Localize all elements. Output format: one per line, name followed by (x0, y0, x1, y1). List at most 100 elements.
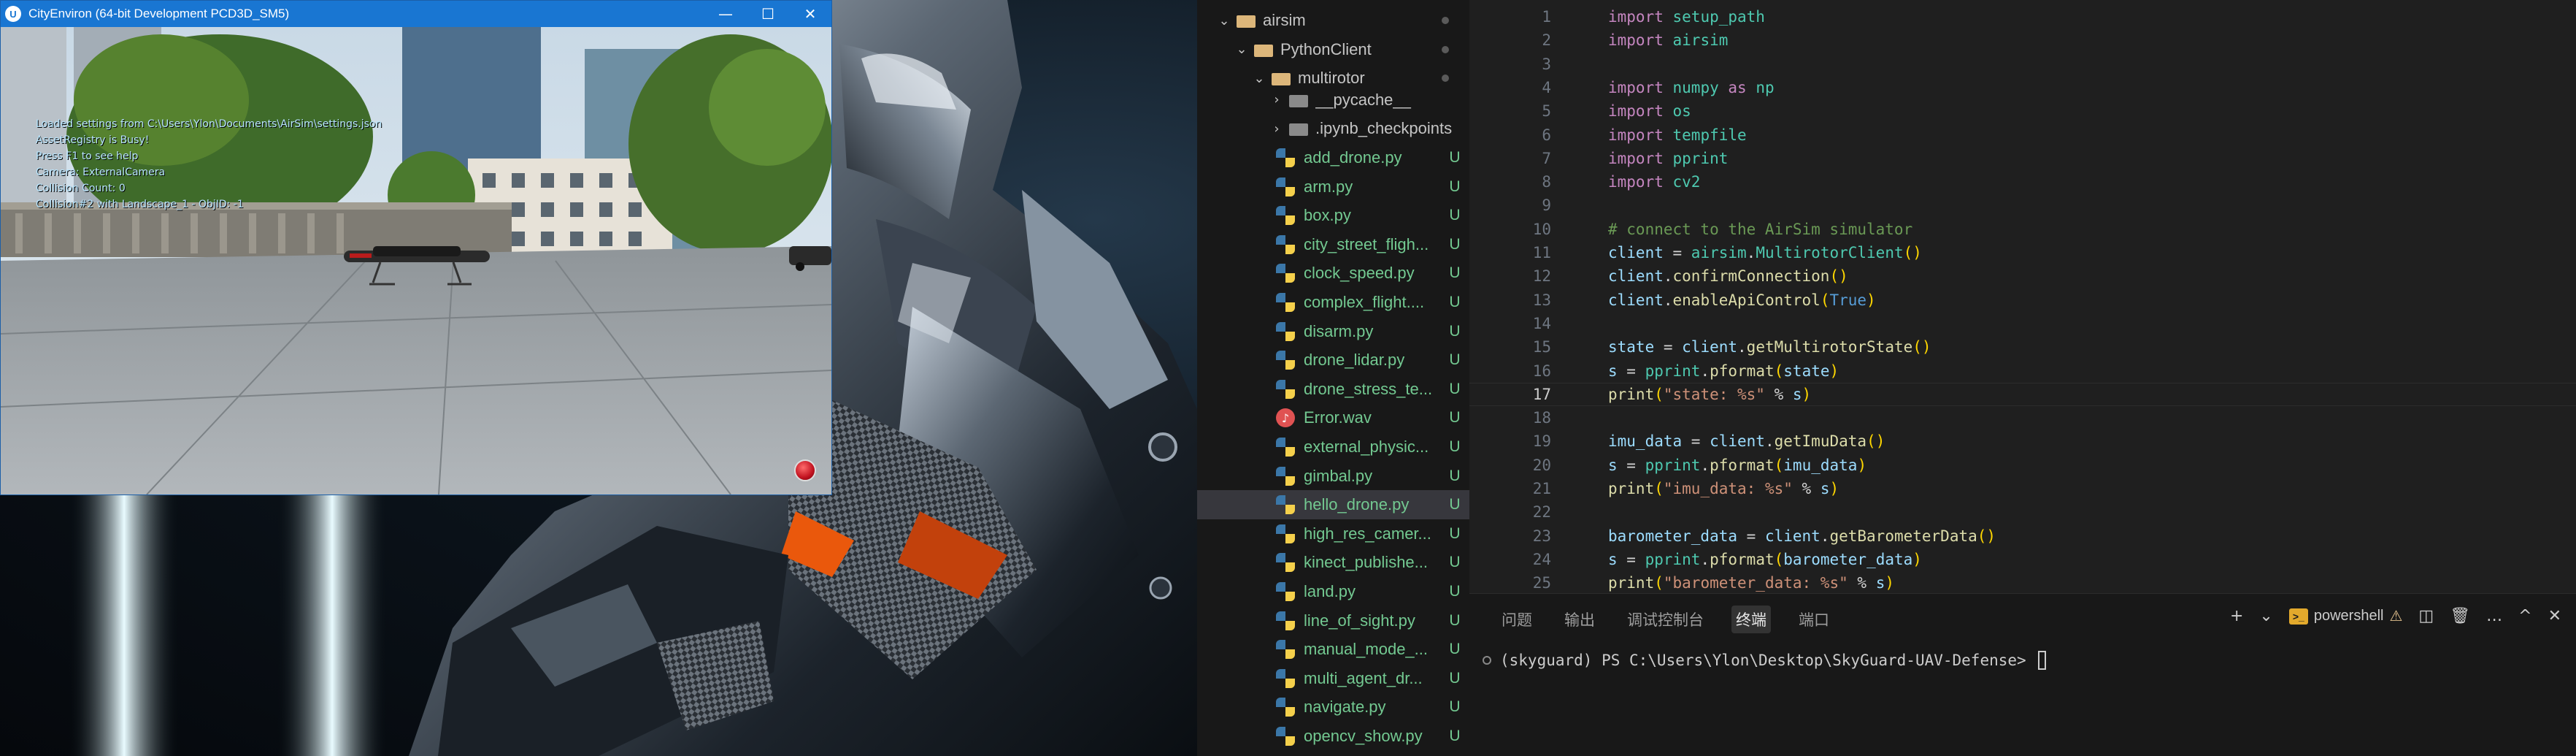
code-editor[interactable]: 1 import setup_path 2 import airsim 3 4 import… (1469, 0, 2576, 593)
folder-0[interactable]: ⌄ airsim (1197, 6, 1469, 35)
more-actions-icon[interactable]: … (2486, 607, 2502, 625)
simulation-viewport[interactable]: Loaded settings from C:\Users\Ylon\Docum… (1, 27, 831, 495)
airsim-game-window[interactable]: U CityEnviron (64-bit Development PCD3D_… (0, 0, 832, 495)
code-line[interactable]: 25 print("barometer_data: %s" % s) (1469, 571, 2576, 593)
code-line[interactable]: 8 import cv2 (1469, 170, 2576, 194)
file-item[interactable]: high_res_camer... U (1197, 519, 1469, 549)
code-token: ( (1774, 362, 1784, 380)
code-line[interactable]: 3 (1469, 53, 2576, 76)
code-line[interactable]: 19 imu_data = client.getImuData() (1469, 429, 2576, 453)
code-text: barometer_data = client.getBarometerData… (1608, 527, 1996, 545)
file-item[interactable]: city_street_fligh... U (1197, 230, 1469, 259)
trash-icon[interactable]: 🗑 (2450, 607, 2470, 625)
terminal-prompt[interactable]: (skyguard) PS C:\Users\Ylon\Desktop\SkyG… (1483, 651, 2047, 670)
file-item[interactable]: hello_drone.py U (1197, 490, 1469, 520)
code-line[interactable]: 17 print("state: %s" % s) (1469, 382, 2576, 406)
code-line[interactable]: 24 s = pprint.pformat(barometer_data) (1469, 548, 2576, 571)
line-number: 17 (1532, 385, 1551, 403)
code-line[interactable]: 2 import airsim (1469, 28, 2576, 52)
file-label: external_physic... (1304, 438, 1429, 456)
git-status-badge: U (1449, 149, 1461, 166)
code-line[interactable]: 14 (1469, 312, 2576, 335)
file-item[interactable]: navigate.py U (1197, 692, 1469, 722)
code-line[interactable]: 13 client.enableApiControl(True) (1469, 289, 2576, 312)
file-item[interactable]: gimbal.py U (1197, 462, 1469, 491)
file-item[interactable]: disarm.py U (1197, 317, 1469, 346)
code-token: ) (1866, 291, 1876, 309)
file-explorer[interactable]: ⌄ airsim ⌄ PythonClient ⌄ multirotor › __pycach… (1197, 0, 1469, 756)
code-line[interactable]: 6 import tempfile (1469, 123, 2576, 147)
code-line[interactable]: 4 import numpy as np (1469, 76, 2576, 99)
code-token: = (1617, 550, 1645, 568)
file-label: city_street_fligh... (1304, 234, 1429, 253)
record-icon[interactable] (794, 459, 816, 481)
split-terminal-icon[interactable]: ◫ (2418, 607, 2434, 625)
file-item[interactable]: add_drone.py U (1197, 143, 1469, 172)
hud-line: Loaded settings from C:\Users\Ylon\Docum… (36, 118, 382, 130)
code-line[interactable]: 22 (1469, 500, 2576, 524)
vscode-window: ⌄ airsim ⌄ PythonClient ⌄ multirotor › __pycach… (1197, 0, 2576, 756)
file-item[interactable]: complex_flight.... U (1197, 288, 1469, 317)
python-file-icon (1276, 379, 1295, 399)
code-line[interactable]: 20 s = pprint.pformat(imu_data) (1469, 454, 2576, 477)
file-item[interactable]: ♪ Error.wav U (1197, 403, 1469, 432)
code-line[interactable]: 1 import setup_path (1469, 5, 2576, 28)
code-line[interactable]: 23 barometer_data = client.getBarometerDa… (1469, 524, 2576, 548)
file-item[interactable]: manual_mode_... U (1197, 635, 1469, 664)
code-line[interactable]: 16 s = pprint.pformat(state) (1469, 359, 2576, 383)
code-token: ( (1654, 385, 1664, 403)
file-item[interactable]: land.py U (1197, 577, 1469, 606)
panel-tab[interactable]: 端口 (1794, 606, 1834, 633)
code-token: import (1608, 78, 1664, 96)
code-line[interactable]: 18 (1469, 406, 2576, 429)
close-button[interactable]: ✕ (789, 1, 831, 27)
file-label: kinect_publishe... (1304, 553, 1428, 572)
file-item[interactable]: drone_stress_te... U (1197, 375, 1469, 404)
code-token: () (1866, 432, 1885, 451)
code-line[interactable]: 15 state = client.getMultirotorState() (1469, 335, 2576, 359)
file-item[interactable]: line_of_sight.py U (1197, 606, 1469, 635)
code-line[interactable]: 10 # connect to the AirSim simulator (1469, 218, 2576, 241)
subfolder-1[interactable]: › .ipynb_checkpoints (1197, 114, 1469, 143)
file-item[interactable]: opencv_show.py U (1197, 722, 1469, 751)
file-item[interactable]: external_physic... U (1197, 432, 1469, 462)
maximize-button[interactable]: ☐ (747, 1, 789, 27)
panel-tab[interactable]: 问题 (1497, 606, 1537, 633)
minimize-button[interactable]: — (704, 1, 747, 27)
panel-tab[interactable]: 调试控制台 (1623, 606, 1708, 633)
code-line[interactable]: 5 import os (1469, 99, 2576, 123)
code-token: client (1608, 267, 1664, 286)
terminal-selector[interactable]: >_ powershell ⚠ (2288, 607, 2402, 625)
file-item[interactable]: multi_agent_dr... U (1197, 664, 1469, 693)
python-file-icon (1276, 668, 1295, 688)
file-item[interactable]: kinect_publishe... U (1197, 548, 1469, 577)
maximize-panel-icon[interactable]: ^ (2518, 607, 2531, 625)
code-line[interactable]: 12 client.confirmConnection() (1469, 264, 2576, 288)
game-titlebar[interactable]: U CityEnviron (64-bit Development PCD3D_… (1, 1, 831, 27)
subfolder-0[interactable]: › __pycache__ (1197, 85, 1469, 115)
code-token: ) (1802, 385, 1812, 403)
file-item[interactable]: clock_speed.py U (1197, 259, 1469, 288)
chevron-down-icon[interactable]: ⌄ (2259, 607, 2272, 625)
git-status-badge: U (1449, 264, 1461, 282)
file-item[interactable]: arm.py U (1197, 172, 1469, 202)
code-token: "state: %s" (1663, 385, 1765, 403)
panel-tab[interactable]: 终端 (1731, 606, 1771, 633)
code-line[interactable]: 21 print("imu_data: %s" % s) (1469, 477, 2576, 500)
file-item[interactable]: drone_lidar.py U (1197, 345, 1469, 375)
panel-tab[interactable]: 输出 (1560, 606, 1599, 633)
add-terminal-icon[interactable]: + (2230, 607, 2243, 625)
folder-1[interactable]: ⌄ PythonClient (1197, 35, 1469, 64)
code-text: import pprint (1608, 150, 1728, 167)
line-number: 11 (1532, 244, 1551, 261)
code-token: ) (1829, 362, 1839, 380)
code-line[interactable]: 9 (1469, 194, 2576, 217)
code-line[interactable]: 11 client = airsim.MultirotorClient() (1469, 241, 2576, 264)
close-panel-icon[interactable]: ✕ (2548, 607, 2561, 625)
code-token: ( (1820, 291, 1830, 309)
code-line[interactable]: 7 import pprint (1469, 147, 2576, 170)
file-item[interactable]: box.py U (1197, 201, 1469, 230)
